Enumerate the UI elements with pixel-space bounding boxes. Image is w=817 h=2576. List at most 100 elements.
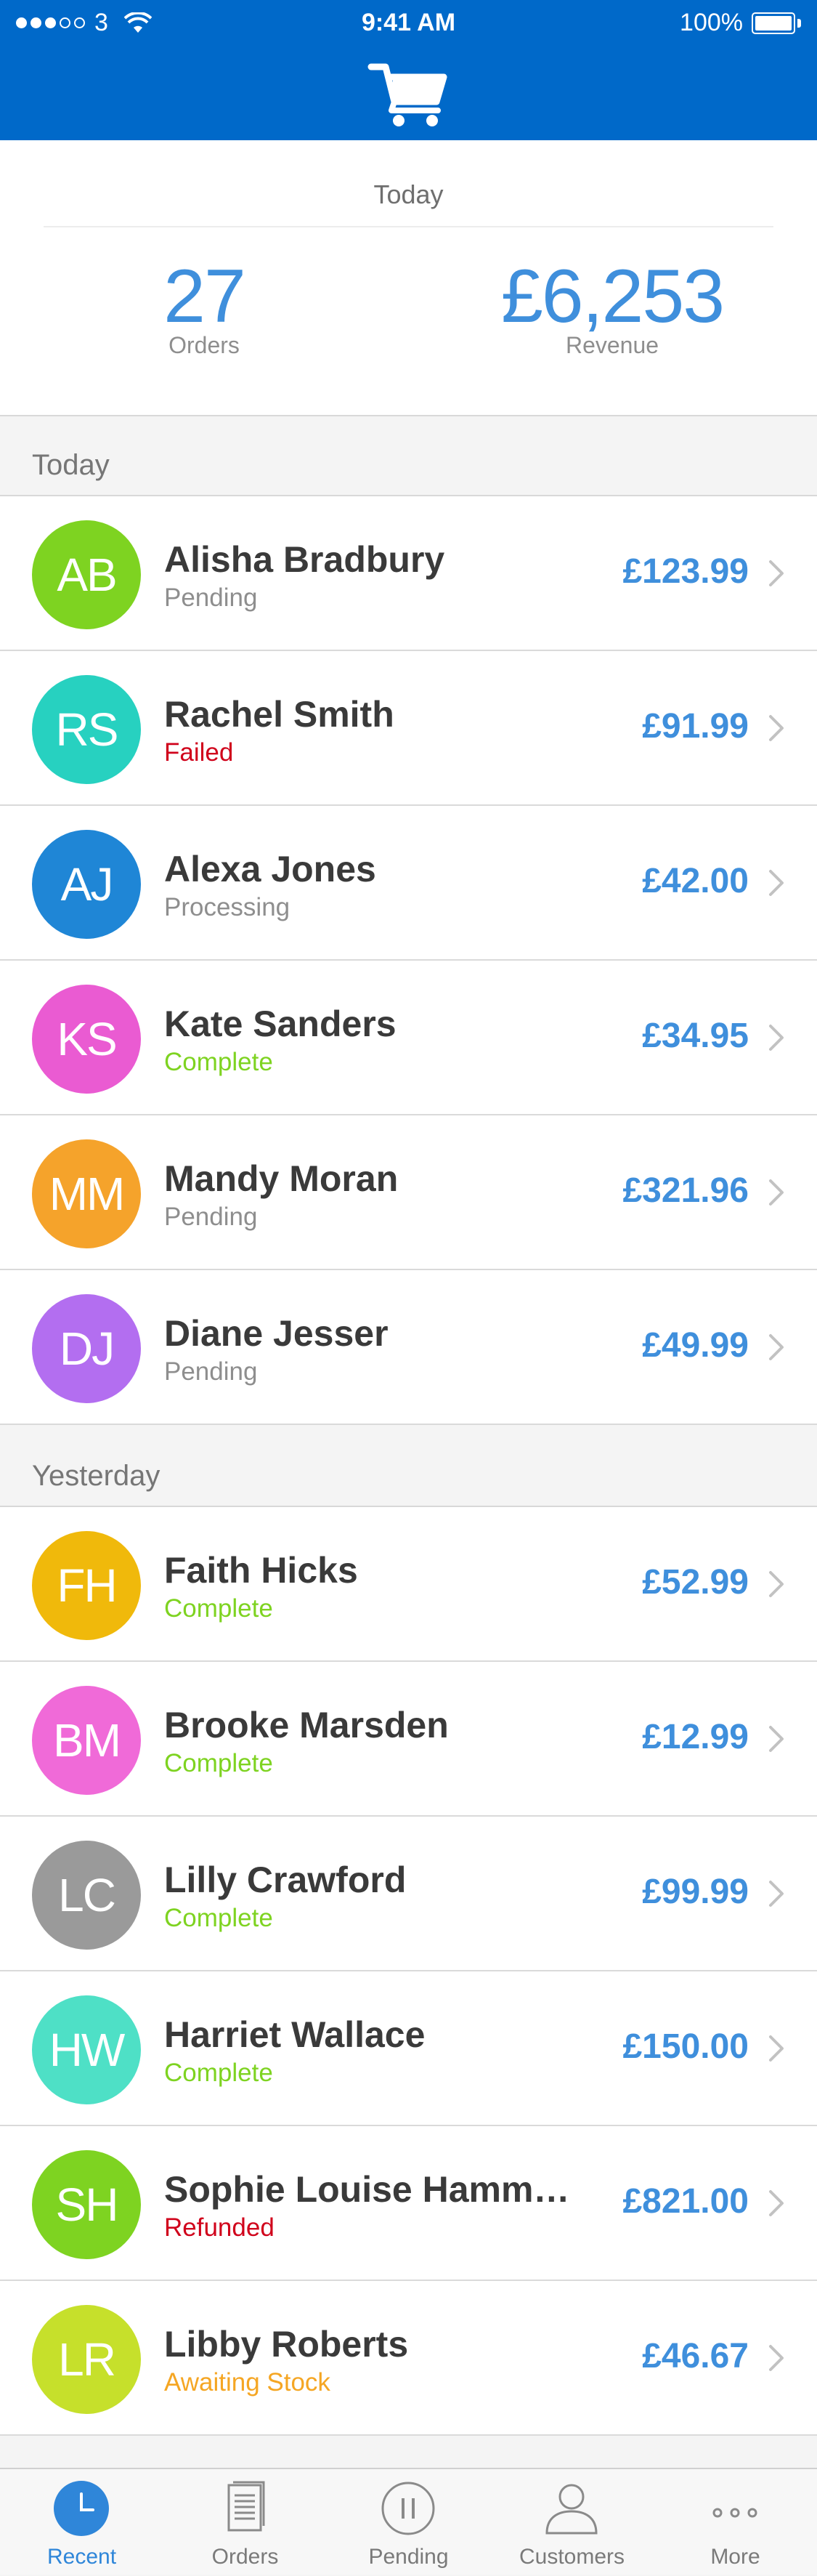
revenue-label: Revenue — [565, 332, 659, 358]
section-header-today: Today — [0, 416, 817, 496]
revenue-amount: £6,253 — [500, 254, 725, 339]
order-status: Complete — [164, 1594, 273, 1623]
tab-recent[interactable]: Recent — [0, 2469, 163, 2576]
tab-pending[interactable]: Pending — [327, 2469, 490, 2576]
status-bar: 3 9:41 AM 100% — [0, 0, 817, 45]
order-status: Complete — [164, 2059, 273, 2087]
order-price: £99.99 — [642, 1873, 749, 1911]
order-price: £46.67 — [642, 2337, 749, 2375]
order-row[interactable]: BM Brooke Marsden Complete £12.99 — [0, 1662, 817, 1817]
avatar: AJ — [32, 830, 141, 939]
section-title: Today — [32, 449, 110, 481]
person-icon — [545, 2484, 598, 2535]
order-price: £49.99 — [642, 1326, 749, 1365]
tab-label: Customers — [519, 2545, 625, 2569]
tab-bar: Recent Orders Pending Customers More — [0, 2468, 817, 2575]
pause-icon — [381, 2482, 435, 2535]
order-status: Complete — [164, 1749, 273, 1777]
more-dots-icon — [712, 2508, 757, 2518]
revenue-stat: £6,253 Revenue — [408, 257, 816, 359]
chevron-right-icon — [769, 1571, 784, 1597]
tab-more[interactable]: More — [654, 2469, 817, 2576]
tab-label: Recent — [46, 2545, 117, 2569]
tab-customers[interactable]: Customers — [490, 2469, 654, 2576]
summary-panel: Today 27 Orders £6,253 Revenue — [0, 140, 817, 416]
order-status: Awaiting Stock — [164, 2368, 330, 2397]
order-row[interactable]: KS Kate Sanders Complete £34.95 — [0, 961, 817, 1115]
order-row[interactable]: FH Faith Hicks Complete £52.99 — [0, 1507, 817, 1662]
avatar: BM — [32, 1686, 141, 1795]
order-price: £34.95 — [642, 1017, 749, 1055]
avatar: KS — [32, 985, 141, 1094]
customer-name: Faith Hicks — [164, 1550, 358, 1591]
tab-label: Orders — [211, 2545, 279, 2569]
order-price: £91.99 — [642, 707, 749, 746]
chevron-right-icon — [769, 1179, 784, 1206]
order-row[interactable]: SH Sophie Louise Hamm… Refunded £821.00 — [0, 2126, 817, 2281]
chevron-right-icon — [769, 870, 784, 896]
customer-name: Rachel Smith — [164, 694, 394, 735]
order-status: Complete — [164, 1904, 273, 1932]
avatar: AB — [32, 520, 141, 629]
order-row[interactable]: LR Libby Roberts Awaiting Stock £46.67 — [0, 2281, 817, 2436]
order-price: £150.00 — [622, 2027, 749, 2066]
customer-name: Mandy Moran — [164, 1158, 399, 1199]
chevron-right-icon — [769, 715, 784, 741]
order-status: Failed — [164, 738, 234, 767]
shopping-cart-icon — [367, 63, 447, 126]
avatar: LR — [32, 2305, 141, 2414]
battery-icon — [752, 12, 801, 34]
order-price: £321.96 — [622, 1171, 749, 1210]
tab-orders[interactable]: Orders — [163, 2469, 327, 2576]
order-row[interactable]: DJ Diane Jesser Pending £49.99 — [0, 1270, 817, 1425]
customer-name: Libby Roberts — [164, 2324, 409, 2365]
battery-area: 100% — [680, 9, 801, 37]
order-price: £12.99 — [642, 1718, 749, 1756]
order-price: £42.00 — [642, 862, 749, 900]
order-row[interactable]: RS Rachel Smith Failed £91.99 — [0, 651, 817, 806]
battery-percent: 100% — [680, 9, 743, 36]
customer-name: Diane Jesser — [164, 1313, 389, 1354]
chevron-right-icon — [769, 2345, 784, 2371]
orders-count: 27 — [163, 254, 246, 339]
avatar: SH — [32, 2150, 141, 2259]
clock-icon — [54, 2481, 109, 2536]
orders-list-icon — [227, 2481, 265, 2532]
section-title: Yesterday — [32, 1460, 160, 1492]
chevron-right-icon — [769, 2190, 784, 2216]
order-status: Pending — [164, 1203, 258, 1231]
order-price: £821.00 — [622, 2182, 749, 2221]
order-row[interactable]: LC Lilly Crawford Complete £99.99 — [0, 1817, 817, 1971]
customer-name: Kate Sanders — [164, 1004, 397, 1044]
order-status: Processing — [164, 893, 290, 921]
customer-name: Lilly Crawford — [164, 1860, 407, 1900]
order-row[interactable]: AJ Alexa Jones Processing £42.00 — [0, 806, 817, 961]
summary-period: Today — [373, 179, 444, 209]
divider — [44, 226, 773, 227]
chevron-right-icon — [769, 560, 784, 586]
avatar: RS — [32, 675, 141, 784]
order-row[interactable]: HW Harriet Wallace Complete £150.00 — [0, 1971, 817, 2126]
order-row[interactable]: MM Mandy Moran Pending £321.96 — [0, 1115, 817, 1270]
chevron-right-icon — [769, 1025, 784, 1051]
avatar: FH — [32, 1531, 141, 1640]
section-header-yesterday: Yesterday — [0, 1427, 817, 1507]
chevron-right-icon — [769, 1881, 784, 1907]
avatar: DJ — [32, 1294, 141, 1403]
avatar: HW — [32, 1995, 141, 2104]
chevron-right-icon — [769, 1726, 784, 1752]
avatar: MM — [32, 1139, 141, 1248]
order-price: £123.99 — [622, 552, 749, 591]
order-price: £52.99 — [642, 1563, 749, 1602]
orders-label: Orders — [168, 332, 240, 358]
customer-name: Alexa Jones — [164, 849, 376, 889]
header-bar: 3 9:41 AM 100% — [0, 0, 817, 140]
avatar: LC — [32, 1841, 141, 1950]
customer-name: Harriet Wallace — [164, 2014, 426, 2055]
order-status: Pending — [164, 584, 258, 612]
order-row[interactable]: AB Alisha Bradbury Pending £123.99 — [0, 496, 817, 651]
customer-name: Brooke Marsden — [164, 1705, 449, 1745]
customer-name: Alisha Bradbury — [164, 539, 445, 580]
chevron-right-icon — [769, 1334, 784, 1360]
orders-stat: 27 Orders — [0, 257, 408, 359]
